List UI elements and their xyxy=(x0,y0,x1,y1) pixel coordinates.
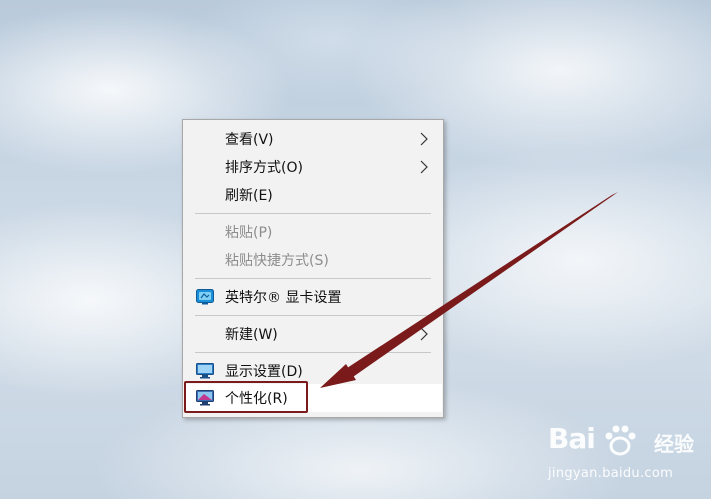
display-monitor-icon xyxy=(196,363,214,379)
menu-item-sort-by[interactable]: 排序方式(O) xyxy=(183,153,443,181)
menu-item-label: 粘贴快捷方式(S) xyxy=(225,253,329,269)
menu-item-paste: 粘贴(P) xyxy=(183,218,443,246)
chevron-right-icon xyxy=(420,160,428,174)
menu-item-label: 刷新(E) xyxy=(225,188,273,204)
menu-item-label: 查看(V) xyxy=(225,132,274,148)
menu-separator xyxy=(195,278,431,279)
watermark-brand: Bai xyxy=(548,422,596,455)
baidu-paw-icon xyxy=(605,425,636,456)
menu-item-label: 粘贴(P) xyxy=(225,225,273,241)
highlight-callout-box xyxy=(184,381,308,413)
desktop-context-menu: 查看(V) 排序方式(O) 刷新(E) 粘贴(P) 粘贴快捷方式(S) 英特尔®… xyxy=(182,119,444,418)
menu-item-refresh[interactable]: 刷新(E) xyxy=(183,181,443,209)
menu-item-new[interactable]: 新建(W) xyxy=(183,320,443,348)
intel-graphics-icon xyxy=(196,289,214,305)
watermark-brand-suffix: 经验 xyxy=(654,432,694,456)
menu-separator xyxy=(195,315,431,316)
menu-item-paste-shortcut: 粘贴快捷方式(S) xyxy=(183,246,443,274)
menu-separator xyxy=(195,352,431,353)
menu-separator xyxy=(195,213,431,214)
menu-item-view[interactable]: 查看(V) xyxy=(183,125,443,153)
menu-item-intel-graphics[interactable]: 英特尔® 显卡设置 xyxy=(183,283,443,311)
chevron-right-icon xyxy=(420,327,428,341)
menu-item-label: 英特尔® 显卡设置 xyxy=(225,290,342,306)
baidu-jingyan-watermark: Bai 经验 jingyan.baidu.com xyxy=(548,420,708,495)
menu-item-label: 显示设置(D) xyxy=(225,364,303,380)
menu-item-label: 新建(W) xyxy=(225,327,278,343)
watermark-url: jingyan.baidu.com xyxy=(548,466,674,481)
menu-item-label: 排序方式(O) xyxy=(225,160,303,176)
chevron-right-icon xyxy=(420,132,428,146)
